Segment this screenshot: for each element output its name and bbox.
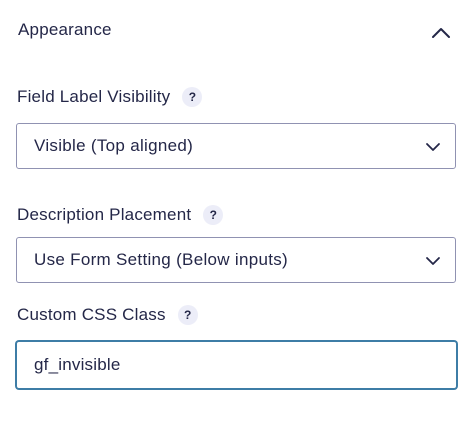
css-class-label-row: Custom CSS Class ? (17, 305, 198, 325)
chevron-up-icon[interactable] (428, 22, 454, 44)
label-visibility-label-row: Field Label Visibility ? (17, 87, 203, 107)
label-visibility-value: Visible (Top aligned) (34, 136, 194, 155)
description-placement-value: Use Form Setting (Below inputs) (34, 250, 288, 269)
chevron-down-icon (425, 253, 441, 269)
chevron-down-icon (425, 139, 441, 155)
css-class-input[interactable]: gf_invisible (16, 341, 457, 389)
description-placement-label: Description Placement (17, 205, 192, 224)
description-placement-label-row: Description Placement ? (17, 205, 224, 225)
css-class-label: Custom CSS Class (17, 305, 166, 324)
css-class-input-value: gf_invisible (34, 355, 121, 374)
label-visibility-label: Field Label Visibility (17, 87, 171, 106)
appearance-panel: Appearance Field Label Visibility ? Visi… (0, 0, 474, 423)
description-placement-select[interactable]: Use Form Setting (Below inputs) (16, 237, 456, 283)
section-title: Appearance (18, 20, 112, 39)
appearance-section-header[interactable]: Appearance (0, 0, 474, 62)
help-icon[interactable]: ? (203, 205, 224, 225)
help-icon[interactable]: ? (177, 305, 198, 325)
label-visibility-select[interactable]: Visible (Top aligned) (16, 123, 456, 169)
help-icon[interactable]: ? (182, 87, 203, 107)
